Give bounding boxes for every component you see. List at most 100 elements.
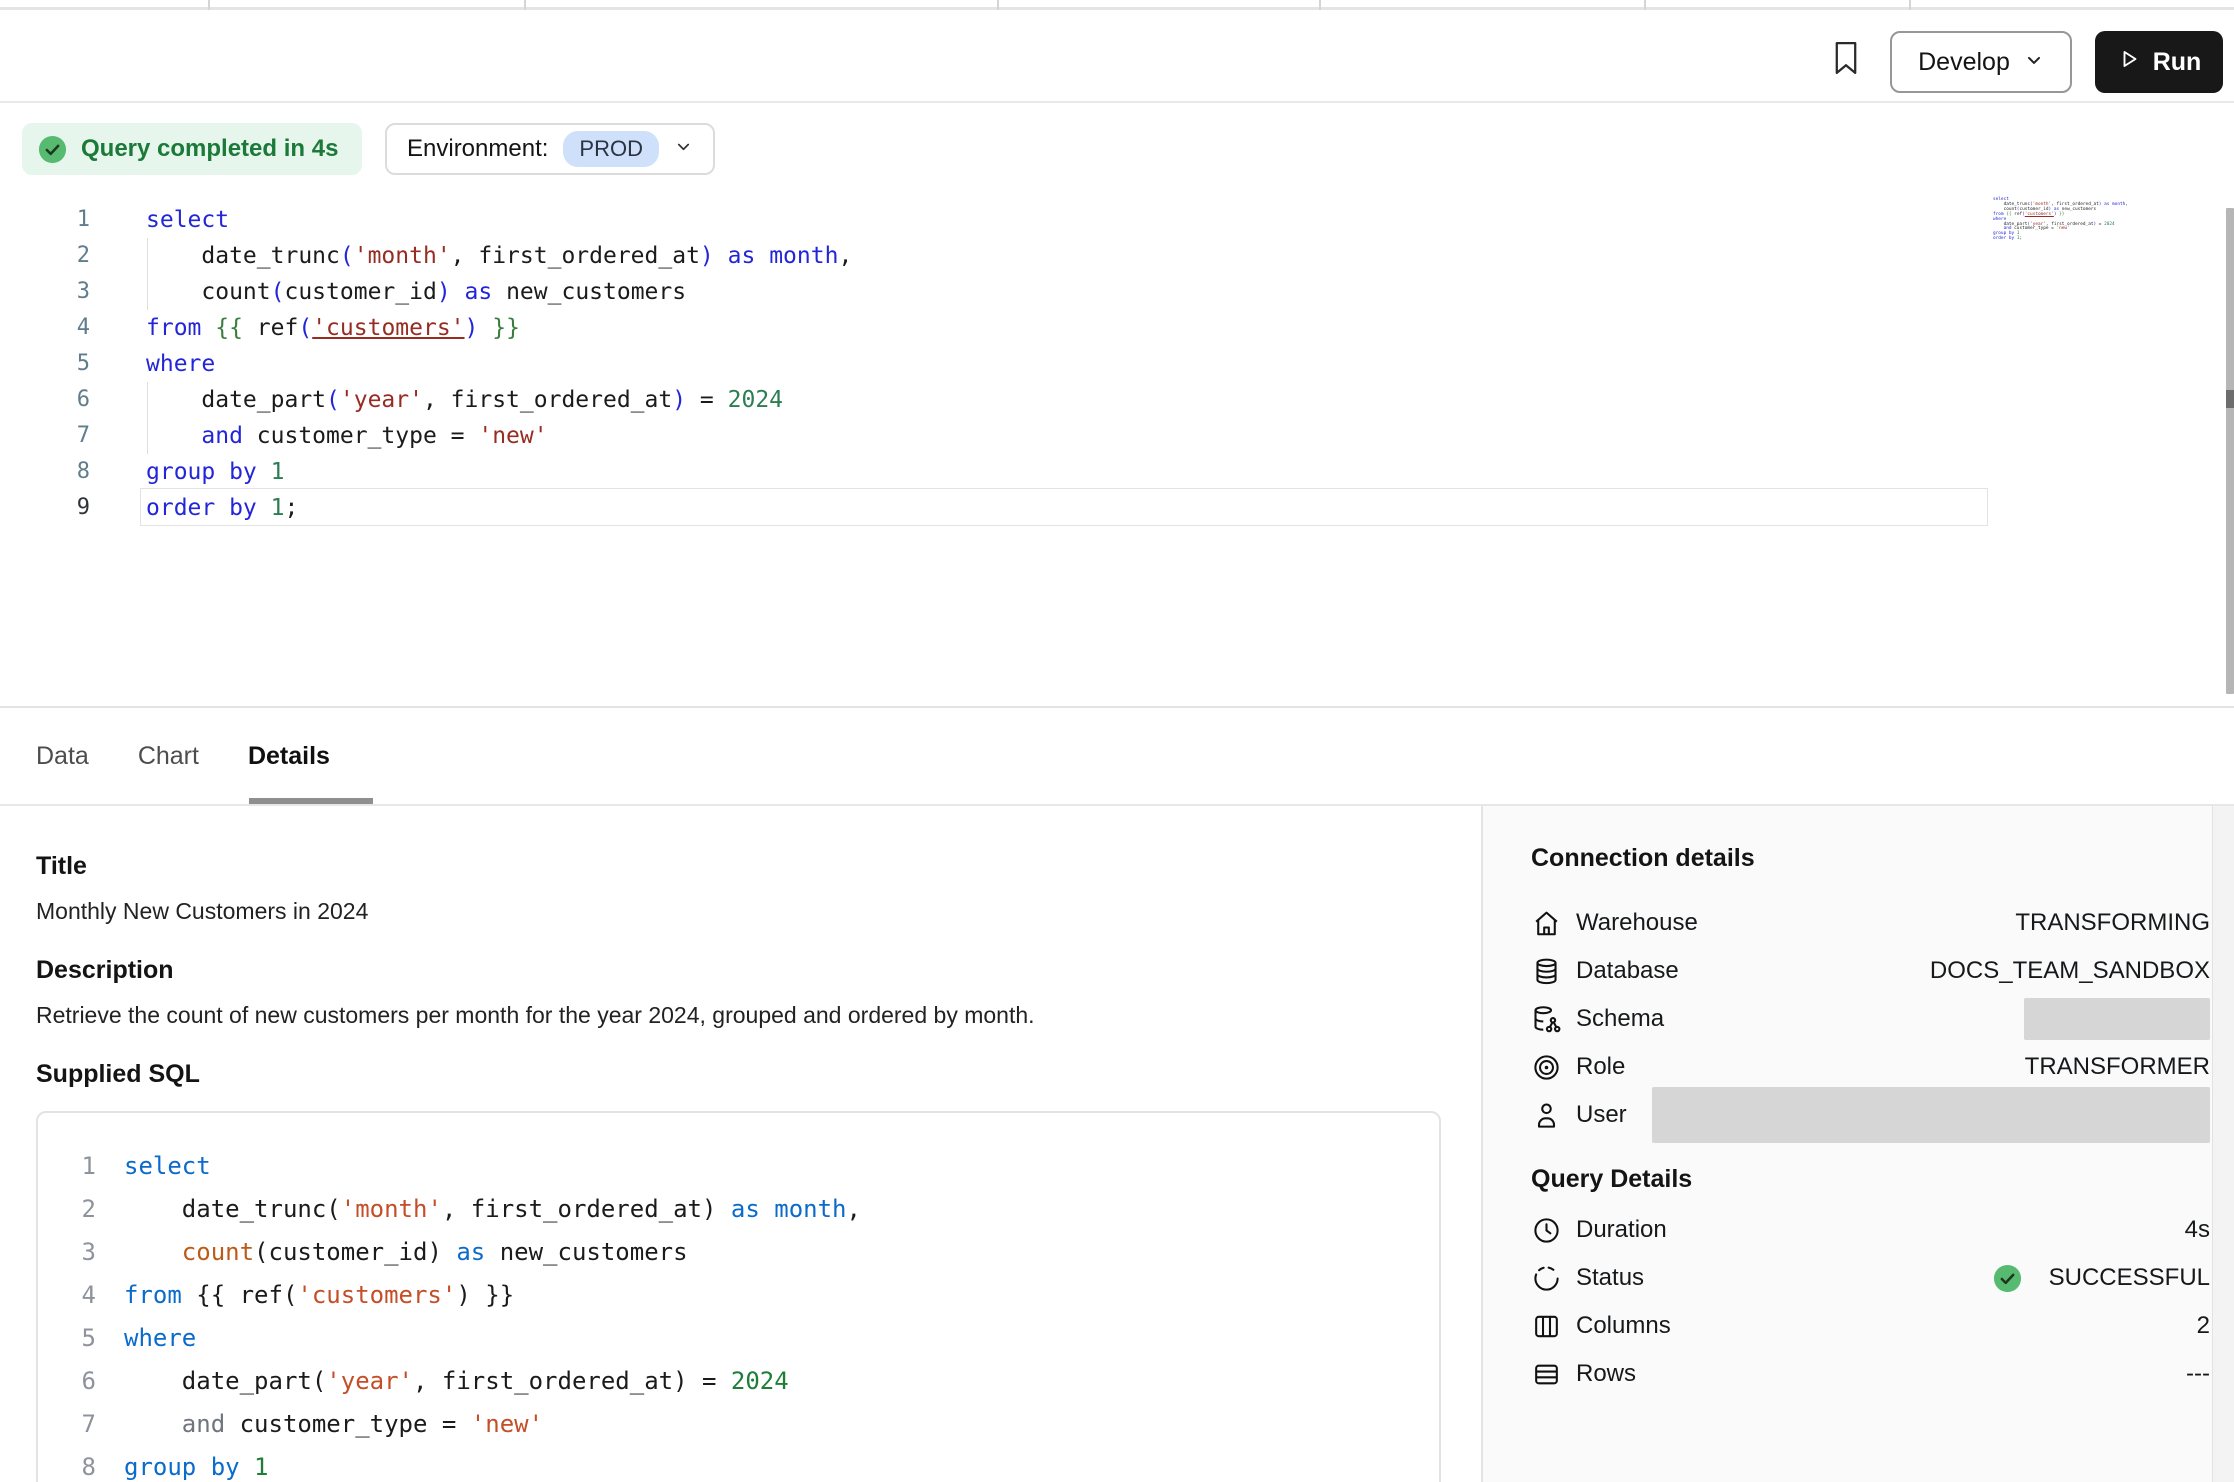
develop-button[interactable]: Develop (1890, 31, 2072, 93)
connection-details-rows: WarehouseTRANSFORMINGDatabaseDOCS_TEAM_S… (1531, 899, 2210, 1139)
code-line: 4from {{ ref('customers') }} (64, 1274, 1439, 1317)
play-icon (2117, 47, 2141, 78)
line-number: 1 (64, 1145, 96, 1188)
chevron-down-icon (674, 137, 693, 161)
connection-details-panel: Connection details WarehouseTRANSFORMING… (1481, 806, 2234, 1482)
query-label: Columns (1576, 1312, 1671, 1340)
supplied-sql-lines: 1select2 date_trunc('month', first_order… (64, 1145, 1439, 1482)
code-line: 6 date_part('year', first_ordered_at) = … (0, 382, 852, 418)
connection-value-text: TRANSFORMER (2025, 1053, 2210, 1081)
query-label: Status (1576, 1264, 1644, 1292)
redacted-value (1652, 1087, 2210, 1143)
tab-separator (1909, 0, 1911, 10)
query-value-text: SUCCESSFUL (2049, 1264, 2210, 1292)
title-value: Monthly New Customers in 2024 (36, 898, 368, 925)
line-number: 5 (0, 346, 90, 382)
code-line: 3 count(customer_id) as new_customers (64, 1231, 1439, 1274)
connection-row-user: User (1531, 1091, 2210, 1139)
run-button[interactable]: Run (2095, 31, 2223, 93)
connection-label: Role (1576, 1053, 1625, 1081)
tab-separator (1644, 0, 1646, 10)
tabs: Data Chart Details (36, 708, 330, 804)
query-value: 4s (2185, 1216, 2210, 1244)
toolbar: Develop Run (0, 13, 2234, 103)
code-line: 6 date_part('year', first_ordered_at) = … (64, 1360, 1439, 1403)
query-value-text: --- (2186, 1360, 2210, 1388)
tab-chart[interactable]: Chart (138, 742, 199, 771)
schema-icon (1531, 1004, 1562, 1035)
rows-icon (1531, 1359, 1562, 1390)
query-value-text: 2 (2197, 1312, 2210, 1340)
connection-value: DOCS_TEAM_SANDBOX (1930, 957, 2210, 985)
line-number: 2 (64, 1188, 96, 1231)
code-line: 2 date_trunc('month', first_ordered_at) … (64, 1188, 1439, 1231)
line-number: 9 (0, 490, 90, 526)
status-row: Query completed in 4s Environment: PROD (0, 105, 2234, 190)
query-value: --- (2186, 1360, 2210, 1388)
bookmark-icon (1829, 65, 1863, 80)
connection-row-schema: Schema (1531, 995, 2210, 1043)
description-value: Retrieve the count of new customers per … (36, 1002, 1035, 1029)
tab-data[interactable]: Data (36, 742, 89, 771)
environment-value-chip: PROD (563, 131, 659, 167)
code-line: 5where (64, 1317, 1439, 1360)
bookmark-button[interactable] (1826, 37, 1866, 81)
chevron-down-icon (2024, 48, 2044, 77)
line-number: 6 (64, 1360, 96, 1403)
code-line: 7 and customer_type = 'new' (64, 1403, 1439, 1446)
tab-separator (524, 0, 526, 10)
tab-details[interactable]: Details (248, 742, 330, 771)
details-panel: Title Monthly New Customers in 2024 Desc… (0, 806, 2234, 1482)
connection-value-text: TRANSFORMING (2015, 909, 2210, 937)
line-number: 5 (64, 1317, 96, 1360)
title-heading: Title (36, 852, 87, 881)
connection-label: Schema (1576, 1005, 1664, 1033)
connection-value (1652, 1087, 2210, 1143)
query-row-duration: Duration 4s (1531, 1206, 2210, 1254)
line-number: 2 (0, 238, 90, 274)
tab-separator (1319, 0, 1321, 10)
editor-minimap[interactable]: select date_trunc('month', first_ordered… (1993, 198, 2097, 242)
check-circle-icon (1992, 1263, 2023, 1294)
line-number: 7 (0, 418, 90, 454)
editor-scrollbar[interactable] (2226, 208, 2234, 694)
connection-row-database: Database DOCS_TEAM_SANDBOX (1531, 947, 2210, 995)
code-line: 8group by 1 (0, 454, 852, 490)
editor-scrollbar-thumb[interactable] (2226, 390, 2234, 408)
query-details-rows: Duration4sStatusSUCCESSFULColumns2Rows--… (1531, 1206, 2210, 1398)
query-row-columns: Columns 2 (1531, 1302, 2210, 1350)
query-value: SUCCESSFUL (1992, 1263, 2210, 1294)
query-value-text: 4s (2185, 1216, 2210, 1244)
role-icon (1531, 1052, 1562, 1083)
check-circle-icon (37, 134, 68, 165)
code-line: 1select (64, 1145, 1439, 1188)
line-number: 3 (0, 274, 90, 310)
connection-value: TRANSFORMING (2015, 909, 2210, 937)
code-line: 4from {{ ref('customers') }} (0, 310, 852, 346)
code-line: 7 and customer_type = 'new' (0, 418, 852, 454)
user-icon (1531, 1100, 1562, 1131)
line-number: 3 (64, 1231, 96, 1274)
redacted-value (2024, 998, 2210, 1040)
results-tabs-row: Data Chart Details (0, 708, 2234, 804)
browser-tab-strip (0, 0, 2234, 10)
tab-separator (208, 0, 210, 10)
columns-icon (1531, 1311, 1562, 1342)
query-label: Duration (1576, 1216, 1667, 1244)
line-number: 1 (0, 202, 90, 238)
query-row-status: Status SUCCESSFUL (1531, 1254, 2210, 1302)
connection-label: Database (1576, 957, 1679, 985)
database-icon (1531, 956, 1562, 987)
code-line: 3 count(customer_id) as new_customers (0, 274, 852, 310)
code-line: 5where (0, 346, 852, 382)
panel-scrollbar-track[interactable] (2212, 806, 2234, 1482)
sql-editor[interactable]: 1select2 date_trunc('month', first_order… (0, 190, 2234, 706)
environment-select[interactable]: Environment: PROD (385, 123, 715, 175)
line-number: 8 (64, 1446, 96, 1482)
query-status-badge: Query completed in 4s (22, 123, 362, 175)
query-status-text: Query completed in 4s (81, 135, 338, 163)
connection-value (2024, 998, 2210, 1040)
connection-row-role: Role TRANSFORMER (1531, 1043, 2210, 1091)
connection-details-heading: Connection details (1531, 844, 2210, 873)
line-number: 6 (0, 382, 90, 418)
